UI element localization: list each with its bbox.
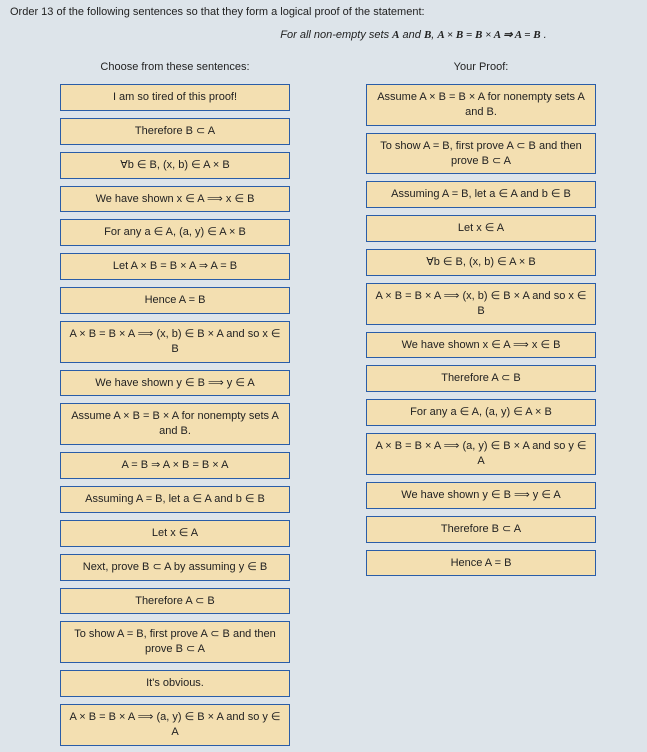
proof-card[interactable]: To show A = B, first prove A ⊂ B and the… [366, 133, 596, 175]
statement-eq: A × B = B × A ⇒ A = B [437, 29, 540, 41]
source-card[interactable]: Let x ∈ A [60, 520, 290, 547]
source-card[interactable]: To show A = B, first prove A ⊂ B and the… [60, 621, 290, 663]
source-card[interactable]: Hence A = B [60, 287, 290, 314]
proof-card[interactable]: Assume A × B = B × A for nonempty sets A… [366, 84, 596, 126]
source-card[interactable]: Assume A × B = B × A for nonempty sets A… [60, 403, 290, 445]
proof-card[interactable]: We have shown y ∈ B ⟹ y ∈ A [366, 482, 596, 509]
columns: Choose from these sentences: I am so tir… [10, 61, 637, 746]
source-card[interactable]: It's obvious. [60, 670, 290, 697]
source-card[interactable]: Let A × B = B × A ⇒ A = B [60, 253, 290, 280]
source-card[interactable]: Next, prove B ⊂ A by assuming y ∈ B [60, 554, 290, 581]
source-card[interactable]: For any a ∈ A, (a, y) ∈ A × B [60, 219, 290, 246]
proof-card[interactable]: Let x ∈ A [366, 215, 596, 242]
proof-card[interactable]: ∀b ∈ B, (x, b) ∈ A × B [366, 249, 596, 276]
source-card[interactable]: A = B ⇒ A × B = B × A [60, 452, 290, 479]
source-card[interactable]: A × B = B × A ⟹ (a, y) ∈ B × A and so y … [60, 704, 290, 746]
proof-column: Your Proof: Assume A × B = B × A for non… [346, 61, 616, 576]
proof-header: Your Proof: [454, 61, 509, 73]
proof-card[interactable]: Hence A = B [366, 550, 596, 577]
proof-card[interactable]: Assuming A = B, let a ∈ A and b ∈ B [366, 181, 596, 208]
statement-prefix: For all non-empty sets [280, 29, 392, 41]
source-card[interactable]: We have shown x ∈ A ⟹ x ∈ B [60, 186, 290, 213]
source-header: Choose from these sentences: [100, 61, 249, 73]
proof-card[interactable]: For any a ∈ A, (a, y) ∈ A × B [366, 399, 596, 426]
source-card[interactable]: I am so tired of this proof! [60, 84, 290, 111]
source-card[interactable]: A × B = B × A ⟹ (x, b) ∈ B × A and so x … [60, 321, 290, 363]
source-card[interactable]: Assuming A = B, let a ∈ A and b ∈ B [60, 486, 290, 513]
proof-card[interactable]: A × B = B × A ⟹ (x, b) ∈ B × A and so x … [366, 283, 596, 325]
source-card[interactable]: We have shown y ∈ B ⟹ y ∈ A [60, 370, 290, 397]
source-card[interactable]: Therefore A ⊂ B [60, 588, 290, 615]
source-card[interactable]: Therefore B ⊂ A [60, 118, 290, 145]
source-column: Choose from these sentences: I am so tir… [40, 61, 310, 746]
proof-card[interactable]: Therefore A ⊂ B [366, 365, 596, 392]
source-card[interactable]: ∀b ∈ B, (x, b) ∈ A × B [60, 152, 290, 179]
statement-and: and [399, 29, 423, 41]
proof-card[interactable]: Therefore B ⊂ A [366, 516, 596, 543]
proof-card[interactable]: We have shown x ∈ A ⟹ x ∈ B [366, 332, 596, 359]
instruction-text: Order 13 of the following sentences so t… [10, 6, 637, 18]
proof-card[interactable]: A × B = B × A ⟹ (a, y) ∈ B × A and so y … [366, 433, 596, 475]
statement-line: For all non-empty sets A and B, A × B = … [10, 28, 637, 41]
statement-end: . [541, 29, 547, 41]
